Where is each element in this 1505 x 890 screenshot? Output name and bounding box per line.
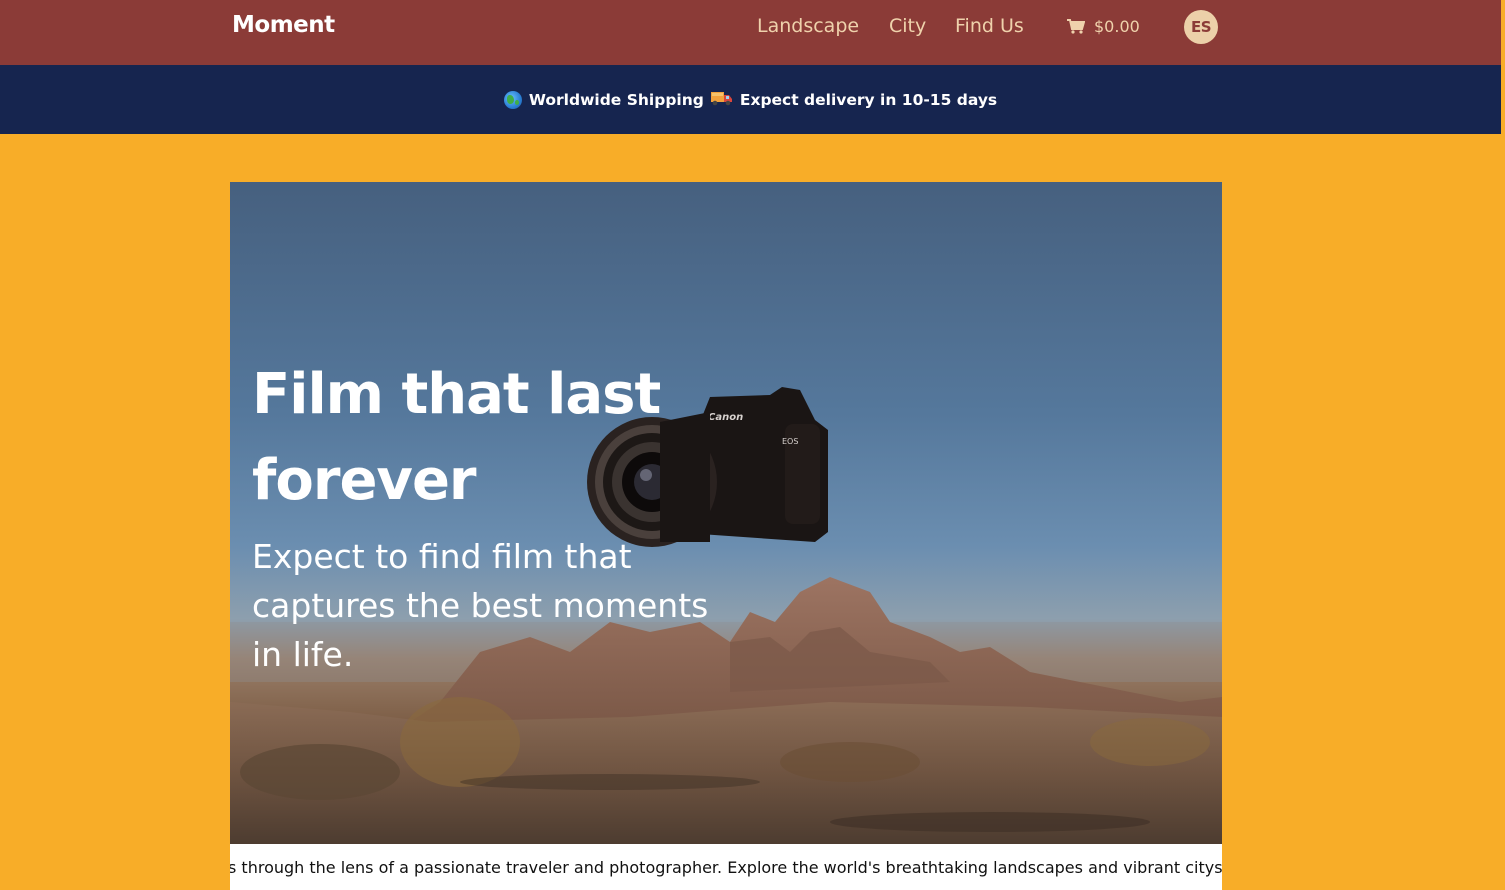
truck-icon xyxy=(710,90,733,110)
cart-button[interactable]: $0.00 xyxy=(1067,17,1140,36)
marquee-strip: s through the lens of a passionate trave… xyxy=(230,844,1222,890)
hero-title: Film that last forever xyxy=(252,352,712,524)
shipping-announcement-bar: Worldwide Shipping Expect delivery in 10… xyxy=(0,65,1501,134)
svg-text:Canon: Canon xyxy=(708,412,743,423)
brand-logo[interactable]: Moment xyxy=(232,12,335,38)
cart-icon xyxy=(1067,19,1085,34)
nav-link-find-us[interactable]: Find Us xyxy=(955,15,1024,37)
hero-title-line-2: forever xyxy=(252,448,477,513)
hero-title-line-1: Film that last xyxy=(252,362,661,427)
shipping-text: Worldwide Shipping xyxy=(528,90,704,109)
svg-text:EOS: EOS xyxy=(782,437,798,446)
hero-subtitle: Expect to find film that captures the be… xyxy=(252,537,709,674)
hero-banner: Canon EOS Film that last forever Expect … xyxy=(230,182,1222,844)
delivery-text: Expect delivery in 10-15 days xyxy=(739,90,998,109)
page-edge xyxy=(1501,0,1505,890)
marquee-text: s through the lens of a passionate trave… xyxy=(230,858,1222,877)
cart-total: $0.00 xyxy=(1094,17,1140,36)
globe-icon xyxy=(503,90,522,109)
nav-link-city[interactable]: City xyxy=(889,15,926,37)
user-avatar[interactable]: ES xyxy=(1184,10,1218,44)
nav-link-landscape[interactable]: Landscape xyxy=(757,15,859,37)
top-navigation-bar: Moment Landscape City Find Us $0.00 ES xyxy=(0,0,1501,65)
